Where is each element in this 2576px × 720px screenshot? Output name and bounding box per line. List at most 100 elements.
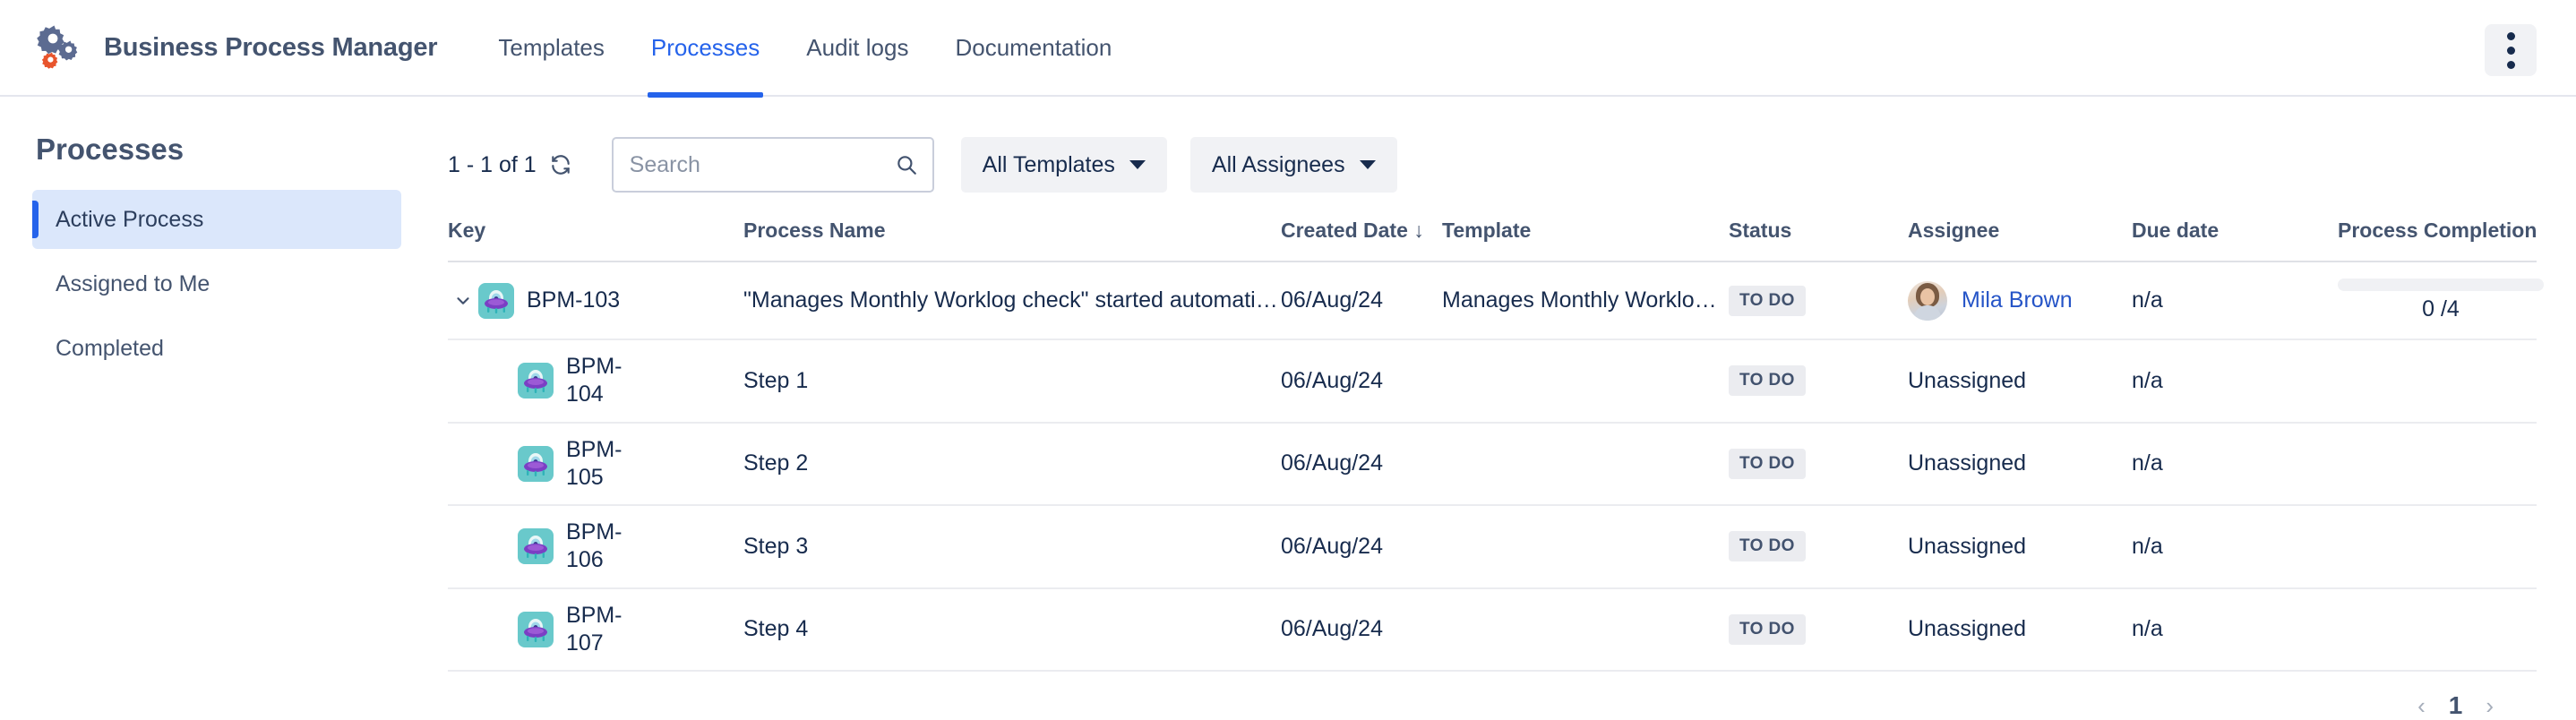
cell-process-completion <box>2338 423 2537 506</box>
table-row[interactable]: BPM-105 Step 2 06/Aug/24 TO DO Unassigne… <box>448 423 2537 506</box>
result-count-text: 1 - 1 of 1 <box>448 152 537 178</box>
sidebar: Processes Active Process Assigned to Me … <box>0 97 448 682</box>
cell-due-date: n/a <box>2132 505 2338 588</box>
cell-due-date: n/a <box>2132 423 2338 506</box>
cell-due-date: n/a <box>2132 339 2338 423</box>
cell-due-date: n/a <box>2132 261 2338 339</box>
process-key[interactable]: BPM-106 <box>566 519 647 575</box>
process-key[interactable]: BPM-105 <box>566 436 647 493</box>
table-row[interactable]: BPM-106 Step 3 06/Aug/24 TO DO Unassigne… <box>448 505 2537 588</box>
filter-all-templates-button[interactable]: All Templates <box>961 137 1167 193</box>
pagination-current-page[interactable]: 1 <box>2449 691 2463 720</box>
brand[interactable]: Business Process Manager <box>36 21 437 73</box>
ufo-icon <box>518 528 554 564</box>
cell-key: BPM-104 <box>448 339 743 423</box>
cell-created-date: 06/Aug/24 <box>1281 505 1442 588</box>
cell-assignee: Unassigned <box>1908 339 2132 423</box>
sidebar-item-label: Active Process <box>56 207 203 233</box>
ufo-icon <box>518 612 554 647</box>
search-icon[interactable] <box>895 153 918 176</box>
cell-template <box>1442 423 1729 506</box>
column-header-due-date[interactable]: Due date <box>2132 219 2338 261</box>
table-row[interactable]: BPM-103 "Manages Monthly Worklog check" … <box>448 261 2537 339</box>
search-box[interactable] <box>612 137 934 193</box>
nav-item-audit-logs[interactable]: Audit logs <box>783 0 932 96</box>
ufo-icon <box>518 363 554 399</box>
column-header-process-completion[interactable]: Process Completion <box>2338 219 2537 261</box>
result-count: 1 - 1 of 1 <box>448 152 572 178</box>
process-key[interactable]: BPM-104 <box>566 353 647 409</box>
sidebar-item-active-process[interactable]: Active Process <box>32 190 401 249</box>
processes-table: Key Process Name Created Date ↓ Template… <box>448 219 2537 672</box>
cell-status: TO DO <box>1729 339 1908 423</box>
cell-created-date: 06/Aug/24 <box>1281 588 1442 672</box>
cell-created-date: 06/Aug/24 <box>1281 339 1442 423</box>
column-header-process-name[interactable]: Process Name <box>743 219 1281 261</box>
toolbar: 1 - 1 of 1 All Templates <box>448 133 2537 197</box>
chevron-left-icon[interactable]: ‹ <box>2417 692 2426 720</box>
brand-name: Business Process Manager <box>104 33 437 63</box>
assignee-name[interactable]: Unassigned <box>1908 368 2026 393</box>
table-row[interactable]: BPM-104 Step 1 06/Aug/24 TO DO Unassigne… <box>448 339 2537 423</box>
status-badge: TO DO <box>1729 365 1806 396</box>
chevron-right-icon[interactable]: › <box>2486 692 2494 720</box>
refresh-icon[interactable] <box>549 153 572 176</box>
more-vertical-icon[interactable] <box>2485 24 2537 76</box>
sidebar-item-assigned-to-me[interactable]: Assigned to Me <box>32 254 401 313</box>
pagination: ‹ 1 › <box>448 672 2537 720</box>
filter-all-assignees-button[interactable]: All Assignees <box>1190 137 1397 193</box>
cell-assignee: Unassigned <box>1908 588 2132 672</box>
column-header-key[interactable]: Key <box>448 219 743 261</box>
assignee-link[interactable]: Mila Brown <box>1962 287 2073 313</box>
cell-process-name: "Manages Monthly Worklog check" started … <box>743 261 1281 339</box>
nav-item-templates[interactable]: Templates <box>475 0 628 96</box>
status-badge: TO DO <box>1729 531 1806 561</box>
column-header-created-date[interactable]: Created Date ↓ <box>1281 219 1442 261</box>
assignee-name[interactable]: Unassigned <box>1908 450 2026 476</box>
cell-template <box>1442 588 1729 672</box>
cell-process-name: Step 2 <box>743 423 1281 506</box>
cell-template <box>1442 339 1729 423</box>
cell-template: Manages Monthly Worklo… <box>1442 261 1729 339</box>
cell-assignee: Unassigned <box>1908 423 2132 506</box>
assignee-name[interactable]: Unassigned <box>1908 534 2026 559</box>
process-name[interactable]: Step 1 <box>743 368 1281 394</box>
cell-assignee: Mila Brown <box>1908 261 2132 339</box>
cell-assignee: Unassigned <box>1908 505 2132 588</box>
sidebar-item-label: Assigned to Me <box>56 271 210 297</box>
search-input[interactable] <box>628 151 895 179</box>
cell-process-completion <box>2338 588 2537 672</box>
ufo-icon <box>478 283 514 319</box>
process-name[interactable]: Step 3 <box>743 534 1281 560</box>
chevron-down-icon <box>1360 160 1376 169</box>
gears-icon <box>36 21 88 73</box>
filter-label: All Templates <box>983 152 1115 178</box>
cell-status: TO DO <box>1729 261 1908 339</box>
ufo-icon <box>518 446 554 482</box>
cell-status: TO DO <box>1729 505 1908 588</box>
top-navigation-bar: Business Process Manager Templates Proce… <box>0 0 2576 97</box>
column-header-status[interactable]: Status <box>1729 219 1908 261</box>
cell-key: BPM-103 <box>448 261 743 339</box>
main-content: 1 - 1 of 1 All Templates <box>448 97 2576 682</box>
column-header-assignee[interactable]: Assignee <box>1908 219 2132 261</box>
process-key[interactable]: BPM-103 <box>527 287 620 313</box>
process-key[interactable]: BPM-107 <box>566 602 647 658</box>
process-name[interactable]: "Manages Monthly Worklog check" started … <box>743 287 1281 313</box>
cell-template <box>1442 505 1729 588</box>
assignee-name[interactable]: Unassigned <box>1908 616 2026 641</box>
template-name: Manages Monthly Worklo… <box>1442 287 1729 313</box>
table-row[interactable]: BPM-107 Step 4 06/Aug/24 TO DO Unassigne… <box>448 588 2537 672</box>
process-name[interactable]: Step 2 <box>743 450 1281 476</box>
avatar <box>1908 281 1947 321</box>
nav-item-documentation[interactable]: Documentation <box>932 0 1135 96</box>
column-header-template[interactable]: Template <box>1442 219 1729 261</box>
status-badge: TO DO <box>1729 286 1806 316</box>
sidebar-title: Processes <box>36 133 448 167</box>
nav-item-processes[interactable]: Processes <box>628 0 783 96</box>
sidebar-item-completed[interactable]: Completed <box>32 319 401 378</box>
cell-created-date: 06/Aug/24 <box>1281 261 1442 339</box>
process-name[interactable]: Step 4 <box>743 616 1281 642</box>
chevron-down-icon[interactable] <box>448 291 478 311</box>
cell-key: BPM-107 <box>448 588 743 672</box>
